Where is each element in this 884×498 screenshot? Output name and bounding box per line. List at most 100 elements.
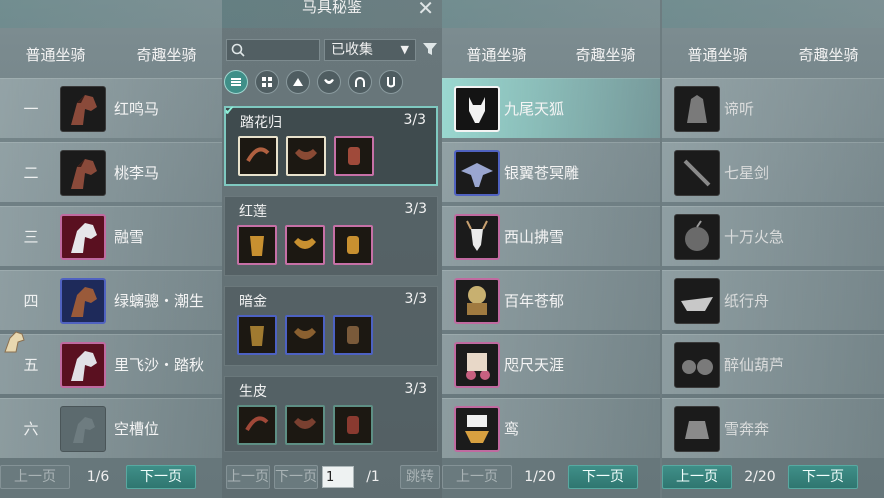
- mount-row[interactable]: 西山拂雪: [442, 206, 660, 266]
- mount-name: 桃李马: [114, 164, 160, 182]
- slot-number: 六: [23, 420, 39, 438]
- tab-fun-mount[interactable]: 奇趣坐骑: [551, 42, 660, 68]
- mount-type-tabs: 普通坐骑 奇趣坐骑: [0, 42, 222, 68]
- sword-icon: [674, 150, 720, 196]
- mount-name: 空槽位: [114, 420, 160, 438]
- set-items: [237, 405, 373, 445]
- prev-page-button[interactable]: 上一页: [0, 465, 70, 489]
- slot-number: 三: [23, 228, 39, 246]
- tack-set-card[interactable]: 生皮 3/3: [224, 376, 438, 452]
- empty-slot-icon: [60, 406, 106, 452]
- tab-normal-mount[interactable]: 普通坐骑: [442, 42, 551, 68]
- saddle-icon[interactable]: [285, 405, 325, 445]
- mount-name: 谛听: [724, 100, 755, 118]
- set-count: 3/3: [403, 112, 426, 128]
- mount-list-panel-right: 普通坐骑 奇趣坐骑 谛听 七星剑 十万火急 纸行舟 醉仙葫芦 雪奔奔 上一页 2…: [662, 0, 884, 498]
- deer-icon: [454, 214, 500, 260]
- mount-slot-row[interactable]: 五 里飞沙・踏秋: [0, 334, 222, 394]
- horse-icon: [60, 150, 106, 196]
- mount-name: 七星剑: [724, 164, 770, 182]
- mount-slot-row[interactable]: 一 红鸣马: [0, 78, 222, 138]
- mount-slot-row[interactable]: 三 融雪: [0, 206, 222, 266]
- horse-icon: [60, 86, 106, 132]
- mount-row[interactable]: 七星剑: [662, 142, 884, 202]
- list-all-icon[interactable]: [224, 70, 248, 94]
- stirrup-icon[interactable]: [333, 405, 373, 445]
- tree-creature-icon: [454, 278, 500, 324]
- stirrup-icon[interactable]: [334, 136, 374, 176]
- saddle-icon[interactable]: [286, 136, 326, 176]
- close-icon[interactable]: ✕: [417, 0, 434, 18]
- set-name: 红莲: [239, 204, 267, 220]
- mount-row[interactable]: 百年苍郁: [442, 270, 660, 330]
- mount-row[interactable]: 纸行舟: [662, 270, 884, 330]
- eagle-icon: [454, 150, 500, 196]
- mount-name: 红鸣马: [114, 100, 160, 118]
- pagination: 上一页 1/20 下一页: [442, 465, 660, 489]
- stirrup-icon[interactable]: [333, 225, 373, 265]
- jump-button[interactable]: 跳转: [400, 465, 440, 489]
- bridle-icon[interactable]: [237, 225, 277, 265]
- saddle-icon[interactable]: [285, 315, 325, 355]
- mount-list-panel-left: 普通坐骑 奇趣坐骑 一 红鸣马 二 桃李马 三 融雪 四 绿螭骢・潮生 五 里飞: [0, 0, 222, 498]
- next-page-button[interactable]: 下一页: [788, 465, 858, 489]
- page-indicator: 1/6: [86, 469, 110, 485]
- prev-page-button[interactable]: 上一页: [226, 465, 270, 489]
- collection-filter-dropdown[interactable]: 已收集 ▼: [324, 39, 416, 61]
- set-count: 3/3: [404, 381, 427, 397]
- prev-page-button[interactable]: 上一页: [662, 465, 732, 489]
- bridle-icon[interactable]: [237, 315, 277, 355]
- next-page-button[interactable]: 下一页: [274, 465, 318, 489]
- horseshoe-icon[interactable]: [348, 70, 372, 94]
- tack-set-card[interactable]: 红莲 3/3: [224, 196, 438, 276]
- filter-icon[interactable]: [422, 41, 438, 57]
- phoenix-icon: [454, 406, 500, 452]
- bomb-icon: [674, 214, 720, 260]
- mount-slot-row[interactable]: 六 空槽位: [0, 398, 222, 458]
- mount-row[interactable]: 谛听: [662, 78, 884, 138]
- set-items: [237, 315, 373, 355]
- mount-slot-row[interactable]: 四 绿螭骢・潮生: [0, 270, 222, 330]
- fox-icon: [454, 86, 500, 132]
- page-number-input[interactable]: 1: [322, 466, 354, 488]
- bridle-icon[interactable]: [238, 136, 278, 176]
- saddle-icon[interactable]: [317, 70, 341, 94]
- saddle-icon[interactable]: [285, 225, 325, 265]
- set-items: [237, 225, 373, 265]
- mount-row[interactable]: 雪奔奔: [662, 398, 884, 458]
- mount-row[interactable]: 银翼苍冥雕: [442, 142, 660, 202]
- tack-set-card[interactable]: ✔ 踏花归 3/3: [224, 104, 438, 186]
- mount-name: 融雪: [114, 228, 145, 246]
- tack-set-card[interactable]: 暗金 3/3: [224, 286, 438, 366]
- slot-number: 一: [23, 100, 39, 118]
- mount-slot-row[interactable]: 二 桃李马: [0, 142, 222, 202]
- slot-number: 四: [23, 292, 39, 310]
- mount-name: 咫尺天涯: [504, 356, 565, 374]
- page-indicator: 2/20: [744, 469, 776, 485]
- mount-name: 纸行舟: [724, 292, 770, 310]
- mount-row[interactable]: 十万火急: [662, 206, 884, 266]
- set-items: [238, 136, 374, 176]
- search-input[interactable]: [226, 39, 320, 61]
- mount-row[interactable]: 醉仙葫芦: [662, 334, 884, 394]
- mount-row[interactable]: 九尾天狐: [442, 78, 660, 138]
- tab-fun-mount[interactable]: 奇趣坐骑: [111, 42, 222, 68]
- mount-row[interactable]: 鸾: [442, 398, 660, 458]
- search-icon: [231, 43, 245, 57]
- stirrup-icon[interactable]: [333, 315, 373, 355]
- tab-normal-mount[interactable]: 普通坐骑: [662, 42, 773, 68]
- horse-icon: [60, 342, 106, 388]
- grid-icon[interactable]: [255, 70, 279, 94]
- stirrup-icon[interactable]: [379, 70, 403, 94]
- prev-page-button[interactable]: 上一页: [442, 465, 512, 489]
- bridle-icon[interactable]: [286, 70, 310, 94]
- bridle-icon[interactable]: [237, 405, 277, 445]
- panel-title: 马具秘鉴: [301, 0, 362, 16]
- mount-name: 九尾天狐: [504, 100, 565, 118]
- mount-row[interactable]: 咫尺天涯: [442, 334, 660, 394]
- next-page-button[interactable]: 下一页: [568, 465, 638, 489]
- set-count: 3/3: [404, 201, 427, 217]
- tab-fun-mount[interactable]: 奇趣坐骑: [773, 42, 884, 68]
- next-page-button[interactable]: 下一页: [126, 465, 196, 489]
- tab-normal-mount[interactable]: 普通坐骑: [0, 42, 111, 68]
